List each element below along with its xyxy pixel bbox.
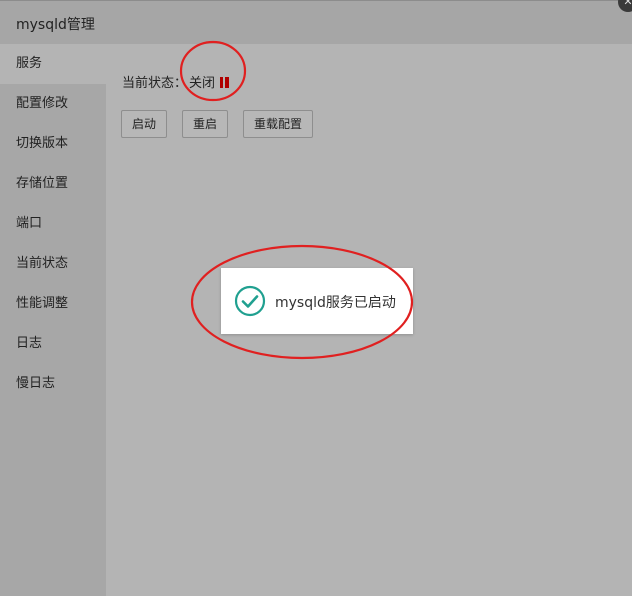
- sidebar-item-slow-log[interactable]: 慢日志: [0, 364, 106, 404]
- sidebar-item-performance[interactable]: 性能调整: [0, 284, 106, 324]
- toast-text: mysqld服务已启动: [275, 295, 396, 311]
- sidebar-item-service[interactable]: 服务: [0, 44, 106, 84]
- sidebar-item-log[interactable]: 日志: [0, 324, 106, 364]
- sidebar-item-port[interactable]: 端口: [0, 204, 106, 244]
- status-row: 当前状态： 关闭: [122, 72, 230, 91]
- status-label: 当前状态：: [122, 76, 188, 91]
- reload-config-button[interactable]: 重载配置: [243, 110, 314, 138]
- sidebar: 服务 配置修改 切换版本 存储位置 端口 当前状态 性能调整 日志 慢日志: [0, 44, 106, 596]
- sidebar-item-config[interactable]: 配置修改: [0, 84, 106, 124]
- toast-message: mysqld服务已启动: [221, 268, 413, 334]
- check-circle-icon: [234, 285, 266, 317]
- pause-icon: [220, 77, 230, 88]
- restart-button[interactable]: 重启: [182, 110, 229, 138]
- sidebar-item-storage[interactable]: 存储位置: [0, 164, 106, 204]
- status-value: 关闭: [189, 76, 216, 91]
- window-title: mysqld管理: [16, 17, 95, 33]
- start-button[interactable]: 启动: [121, 110, 168, 138]
- title-bar: mysqld管理: [0, 0, 632, 44]
- sidebar-item-version[interactable]: 切换版本: [0, 124, 106, 164]
- sidebar-item-status[interactable]: 当前状态: [0, 244, 106, 284]
